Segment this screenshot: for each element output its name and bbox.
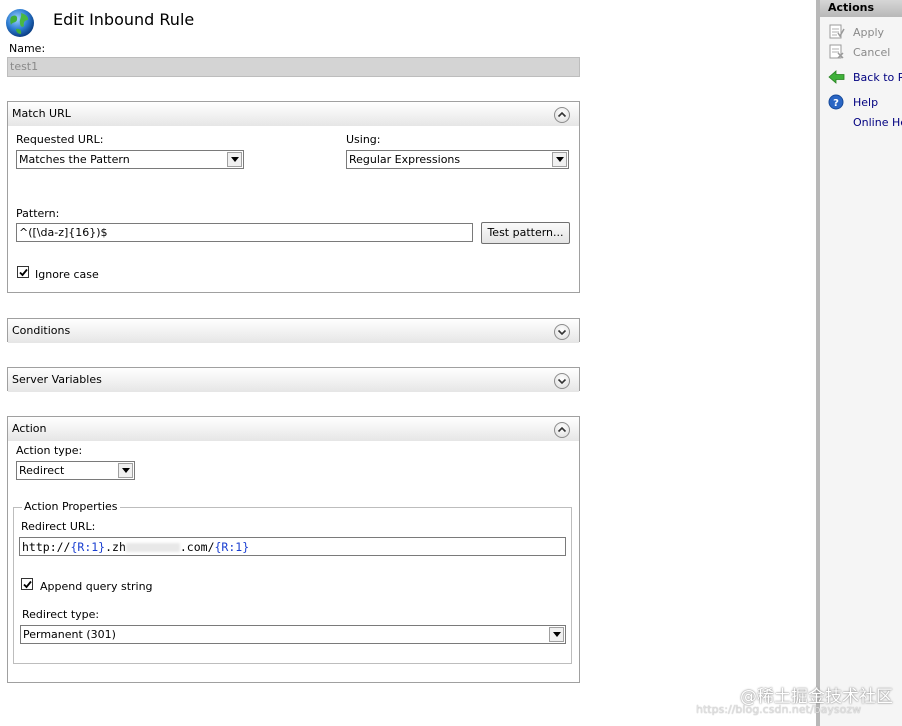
redirect-type-value: Permanent (301) bbox=[23, 628, 116, 641]
cancel-action[interactable]: Cancel bbox=[853, 46, 890, 59]
back-arrow-icon bbox=[828, 69, 846, 85]
help-action[interactable]: Help bbox=[853, 96, 878, 109]
using-value: Regular Expressions bbox=[349, 153, 461, 166]
apply-action[interactable]: Apply bbox=[853, 26, 884, 39]
redirect-url-token: {R:1} bbox=[214, 540, 250, 554]
action-type-dropdown[interactable]: Redirect bbox=[16, 461, 135, 480]
checkmark-icon bbox=[23, 580, 32, 589]
using-label: Using: bbox=[346, 133, 381, 146]
watermark-url: https://blog.csdn.net/baysozw bbox=[696, 703, 862, 716]
using-dropdown[interactable]: Regular Expressions bbox=[346, 150, 569, 169]
conditions-header[interactable]: Conditions bbox=[8, 319, 579, 343]
collapse-chevron-icon[interactable] bbox=[554, 107, 570, 123]
ignore-case-checkbox[interactable] bbox=[17, 266, 29, 278]
dropdown-arrow-icon[interactable] bbox=[549, 627, 564, 642]
conditions-section[interactable]: Conditions bbox=[7, 318, 580, 343]
actions-pane-title: Actions bbox=[820, 0, 902, 17]
server-variables-section[interactable]: Server Variables bbox=[7, 367, 580, 392]
dropdown-arrow-icon[interactable] bbox=[118, 463, 133, 478]
expand-chevron-icon[interactable] bbox=[554, 373, 570, 389]
action-type-value: Redirect bbox=[19, 464, 65, 477]
requested-url-label: Requested URL: bbox=[16, 133, 104, 146]
page-title: Edit Inbound Rule bbox=[53, 10, 195, 29]
redirect-type-dropdown[interactable]: Permanent (301) bbox=[20, 625, 566, 644]
name-field[interactable]: test1 bbox=[7, 57, 580, 77]
match-url-section: Match URL bbox=[7, 101, 580, 293]
actions-pane: Actions Apply Cancel Back to Rul ? Help … bbox=[816, 0, 902, 726]
action-type-label: Action type: bbox=[16, 444, 83, 457]
match-url-title: Match URL bbox=[12, 107, 71, 120]
append-query-checkbox[interactable] bbox=[21, 578, 33, 590]
globe-icon bbox=[5, 8, 35, 38]
action-properties-title: Action Properties bbox=[22, 500, 120, 513]
append-query-label: Append query string bbox=[40, 580, 153, 593]
redirect-url-domain: .com/ bbox=[179, 540, 215, 554]
redirect-url-prefix: http:// bbox=[22, 540, 71, 554]
conditions-title: Conditions bbox=[12, 324, 71, 337]
svg-text:?: ? bbox=[833, 98, 839, 109]
apply-icon bbox=[828, 24, 846, 40]
server-variables-header[interactable]: Server Variables bbox=[8, 368, 579, 392]
action-title: Action bbox=[12, 422, 47, 435]
help-icon: ? bbox=[828, 94, 846, 110]
dropdown-arrow-icon[interactable] bbox=[552, 152, 567, 167]
name-label: Name: bbox=[9, 42, 46, 55]
blurred-region bbox=[125, 543, 180, 552]
redirect-url-input[interactable]: http://{R:1}.zh .com/{R:1} bbox=[19, 537, 566, 556]
match-url-header[interactable]: Match URL bbox=[8, 102, 579, 126]
action-header[interactable]: Action bbox=[8, 417, 579, 441]
pattern-label: Pattern: bbox=[16, 207, 60, 220]
checkmark-icon bbox=[19, 268, 28, 277]
test-pattern-button[interactable]: Test pattern... bbox=[481, 222, 570, 244]
requested-url-value: Matches the Pattern bbox=[19, 153, 130, 166]
redirect-url-label: Redirect URL: bbox=[21, 520, 96, 533]
back-to-rules-action[interactable]: Back to Rul bbox=[853, 71, 902, 84]
online-help-action[interactable]: Online Help bbox=[853, 116, 902, 129]
expand-chevron-icon[interactable] bbox=[554, 324, 570, 340]
collapse-chevron-icon[interactable] bbox=[554, 422, 570, 438]
redirect-url-token: {R:1} bbox=[70, 540, 106, 554]
redirect-type-label: Redirect type: bbox=[22, 608, 100, 621]
requested-url-dropdown[interactable]: Matches the Pattern bbox=[16, 150, 244, 169]
server-variables-title: Server Variables bbox=[12, 373, 102, 386]
pattern-input[interactable]: ^([\da-z]{16})$ bbox=[16, 223, 473, 242]
cancel-icon bbox=[828, 44, 846, 60]
redirect-url-mid: .zh bbox=[105, 540, 126, 554]
dropdown-arrow-icon[interactable] bbox=[227, 152, 242, 167]
ignore-case-label: Ignore case bbox=[35, 268, 99, 281]
